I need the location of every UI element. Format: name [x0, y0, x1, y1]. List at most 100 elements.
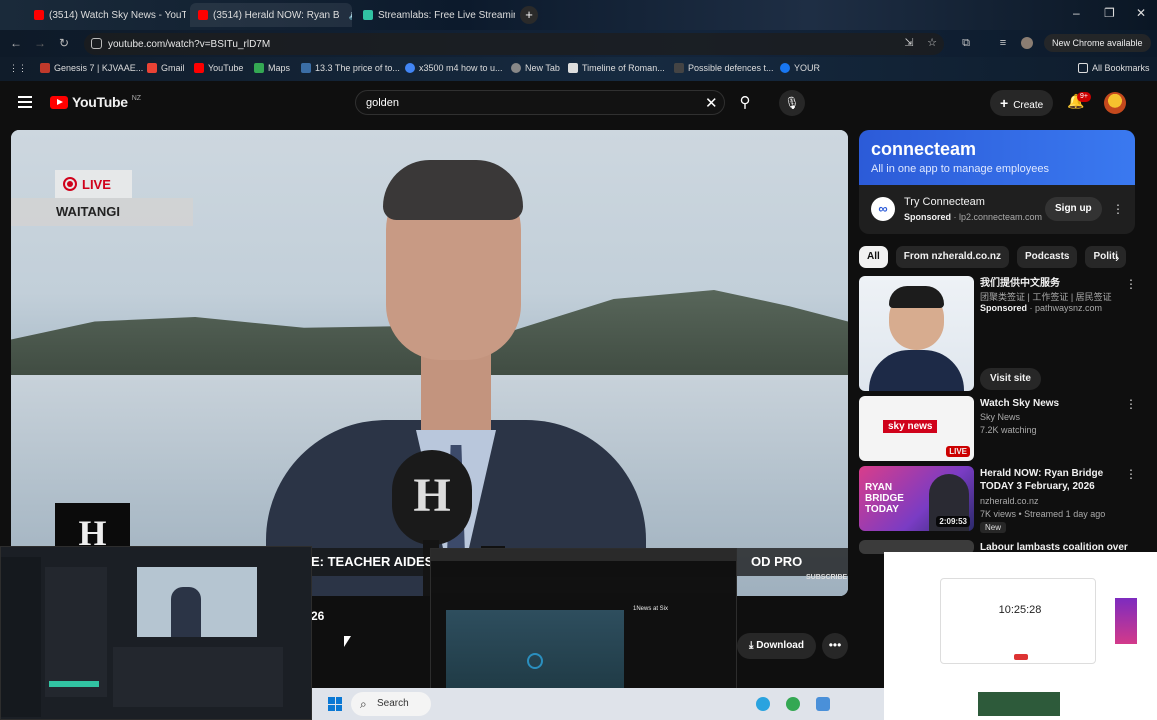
- list-item[interactable]: RYAN BRIDGE TODAY 2:09:53 Herald NOW: Ry…: [859, 466, 1144, 533]
- bookmark-item[interactable]: Gmail: [147, 63, 185, 73]
- new-tab-button[interactable]: +: [520, 6, 538, 24]
- youtube-logo[interactable]: YouTube NZ: [50, 94, 141, 110]
- window-preview-tvnz[interactable]: [430, 548, 737, 710]
- clear-search-icon[interactable]: ✕: [705, 94, 718, 112]
- chip-from-nzherald[interactable]: From nzherald.co.nz: [895, 246, 1010, 268]
- microphone-icon[interactable]: 🎙: [779, 90, 805, 116]
- ad-brand: connecteam: [871, 139, 977, 159]
- window-preview-streamlabs[interactable]: [0, 546, 312, 720]
- telegram-icon[interactable]: [756, 697, 770, 711]
- account-avatar[interactable]: [1104, 92, 1126, 114]
- browser-toolbar: ← → ↻ youtube.com/watch?v=BSITu_rlD7M ⇲ …: [0, 30, 1157, 57]
- more-options-icon[interactable]: ⋮: [1112, 201, 1124, 217]
- site-info-icon[interactable]: [91, 38, 102, 49]
- thumbnail-suit: [869, 350, 964, 391]
- windows-start-icon[interactable]: [328, 697, 342, 711]
- video-player[interactable]: H LIVE WAITANGI H E: TEACHER AIDES OD PR…: [11, 130, 848, 596]
- ad-domain: lp2.connecteam.com: [959, 212, 1043, 222]
- bookmark-item[interactable]: New Tab: [511, 63, 560, 73]
- chip-podcasts[interactable]: Podcasts: [1017, 246, 1078, 268]
- bookmark-label: Maps: [268, 63, 291, 73]
- ticker-text-left: E: TEACHER AIDES: [311, 554, 434, 569]
- speaker-icon[interactable]: 🔊: [349, 10, 352, 21]
- extensions-icon[interactable]: ⧉: [960, 37, 972, 49]
- rec-title[interactable]: 我们提供中文服务: [980, 277, 1125, 290]
- bookmarks-bar: ⋮⋮ Genesis 7 | KJVAAE... Gmail YouTube M…: [0, 57, 1157, 81]
- preview-clock-time: 10:25:28: [998, 604, 1042, 616]
- chip-politics[interactable]: Politi: [1085, 246, 1126, 268]
- ad-title[interactable]: Try Connecteam: [904, 196, 985, 208]
- new-chrome-available-button[interactable]: New Chrome available: [1044, 34, 1151, 52]
- bookmark-item[interactable]: Timeline of Roman...: [568, 63, 665, 73]
- rec-title[interactable]: Watch Sky News: [980, 397, 1125, 410]
- herald-microphone: H: [392, 450, 472, 545]
- region-code: NZ: [131, 94, 142, 102]
- sign-up-button[interactable]: Sign up: [1045, 197, 1102, 221]
- screen: (3514) Watch Sky News - YouTube ✕ (3514)…: [0, 0, 1157, 720]
- ad-banner[interactable]: connecteam All in one app to manage empl…: [859, 130, 1135, 185]
- live-dot-icon: [63, 177, 77, 191]
- more-options-icon[interactable]: ⋮: [1125, 466, 1137, 482]
- rec-channel[interactable]: nzherald.co.nz: [980, 496, 1039, 506]
- bookmark-item[interactable]: YOUR: [780, 63, 820, 73]
- close-window-button[interactable]: ✕: [1136, 6, 1146, 20]
- rec-title[interactable]: Herald NOW: Ryan Bridge TODAY 3 February…: [980, 467, 1125, 493]
- install-app-icon[interactable]: ⇲: [903, 37, 915, 49]
- video-thumbnail[interactable]: [859, 276, 974, 391]
- preview-mixer: [113, 647, 283, 707]
- media-controls-icon[interactable]: ≡: [997, 37, 1009, 49]
- list-item[interactable]: sky news LIVE Watch Sky News Sky News 7.…: [859, 396, 1144, 462]
- taskbar-search[interactable]: Search: [351, 692, 431, 716]
- address-bar[interactable]: youtube.com/watch?v=BSITu_rlD7M: [84, 33, 944, 55]
- tab-streamlabs[interactable]: Streamlabs: Free Live Streaming ✕: [355, 3, 515, 27]
- more-actions-button[interactable]: •••: [822, 633, 848, 659]
- bookmark-item[interactable]: Possible defences t...: [674, 63, 774, 73]
- app-icon[interactable]: [816, 697, 830, 711]
- apps-grid-icon[interactable]: ⋮⋮: [9, 63, 27, 74]
- bookmark-item[interactable]: Genesis 7 | KJVAAE...: [40, 63, 143, 73]
- google-icon: [405, 63, 415, 73]
- bookmark-item[interactable]: YouTube: [194, 63, 243, 73]
- rec-channel[interactable]: Sky News: [980, 412, 1020, 422]
- more-options-icon[interactable]: ⋮: [1125, 396, 1137, 412]
- tab-herald-now[interactable]: (3514) Herald NOW: Ryan B 🔊 ✕: [190, 3, 352, 27]
- maximize-button[interactable]: ❐: [1104, 6, 1115, 20]
- live-indicator: LIVE: [55, 170, 132, 198]
- video-thumbnail[interactable]: sky news LIVE: [859, 396, 974, 461]
- chip-all[interactable]: All: [859, 246, 888, 268]
- reload-icon[interactable]: ↻: [59, 36, 69, 50]
- thumbnail-hair: [889, 286, 944, 308]
- more-options-icon[interactable]: ⋮: [1125, 276, 1137, 292]
- menu-icon[interactable]: [18, 96, 32, 108]
- minimize-button[interactable]: –: [1073, 6, 1080, 20]
- bookmark-star-icon[interactable]: ☆: [926, 37, 938, 49]
- ad-card[interactable]: connecteam All in one app to manage empl…: [859, 130, 1135, 234]
- search-input[interactable]: golden: [355, 90, 725, 115]
- sponsored-label: Sponsored: [904, 212, 952, 222]
- list-item[interactable]: 我们提供中文服务 团聚类签证 | 工作签证 | 居民签证 Sponsored ·…: [859, 276, 1144, 392]
- visit-site-button[interactable]: Visit site: [980, 368, 1041, 390]
- bookmark-item[interactable]: 13.3 The price of to...: [301, 63, 400, 73]
- window-preview-alarm[interactable]: [884, 552, 1157, 720]
- forward-arrow-icon[interactable]: →: [34, 36, 46, 50]
- back-arrow-icon[interactable]: ←: [10, 36, 22, 50]
- live-badge: LIVE: [946, 446, 970, 457]
- chevron-right-icon[interactable]: ›: [1115, 250, 1119, 265]
- bookmark-item[interactable]: Maps: [254, 63, 290, 73]
- youtube-header: YouTube NZ golden ✕ ⚲ 🎙 + Create 🔔: [0, 81, 1157, 125]
- video-thumbnail[interactable]: RYAN BRIDGE TODAY 2:09:53: [859, 466, 974, 531]
- thumbnail-title-text: RYAN BRIDGE TODAY: [865, 482, 904, 515]
- create-button[interactable]: + Create: [990, 90, 1054, 116]
- app-icon[interactable]: [786, 697, 800, 711]
- preview-sidebar: [1, 557, 41, 717]
- profile-avatar-icon[interactable]: [1021, 37, 1033, 49]
- download-button[interactable]: ⤓ Download: [737, 633, 816, 659]
- bookmark-label: New Tab: [525, 63, 560, 73]
- bookmark-item[interactable]: x3500 m4 how to u...: [405, 63, 503, 73]
- all-bookmarks-button[interactable]: All Bookmarks: [1078, 63, 1150, 73]
- search-icon[interactable]: ⚲: [732, 91, 758, 115]
- tab-sky-news[interactable]: (3514) Watch Sky News - YouTube ✕: [26, 3, 186, 27]
- bookmark-label: 13.3 The price of to...: [315, 63, 400, 73]
- tab-title: (3514) Watch Sky News - YouTube: [49, 9, 186, 21]
- ad-sponsor-line: Sponsored · lp2.connecteam.com: [904, 212, 1043, 222]
